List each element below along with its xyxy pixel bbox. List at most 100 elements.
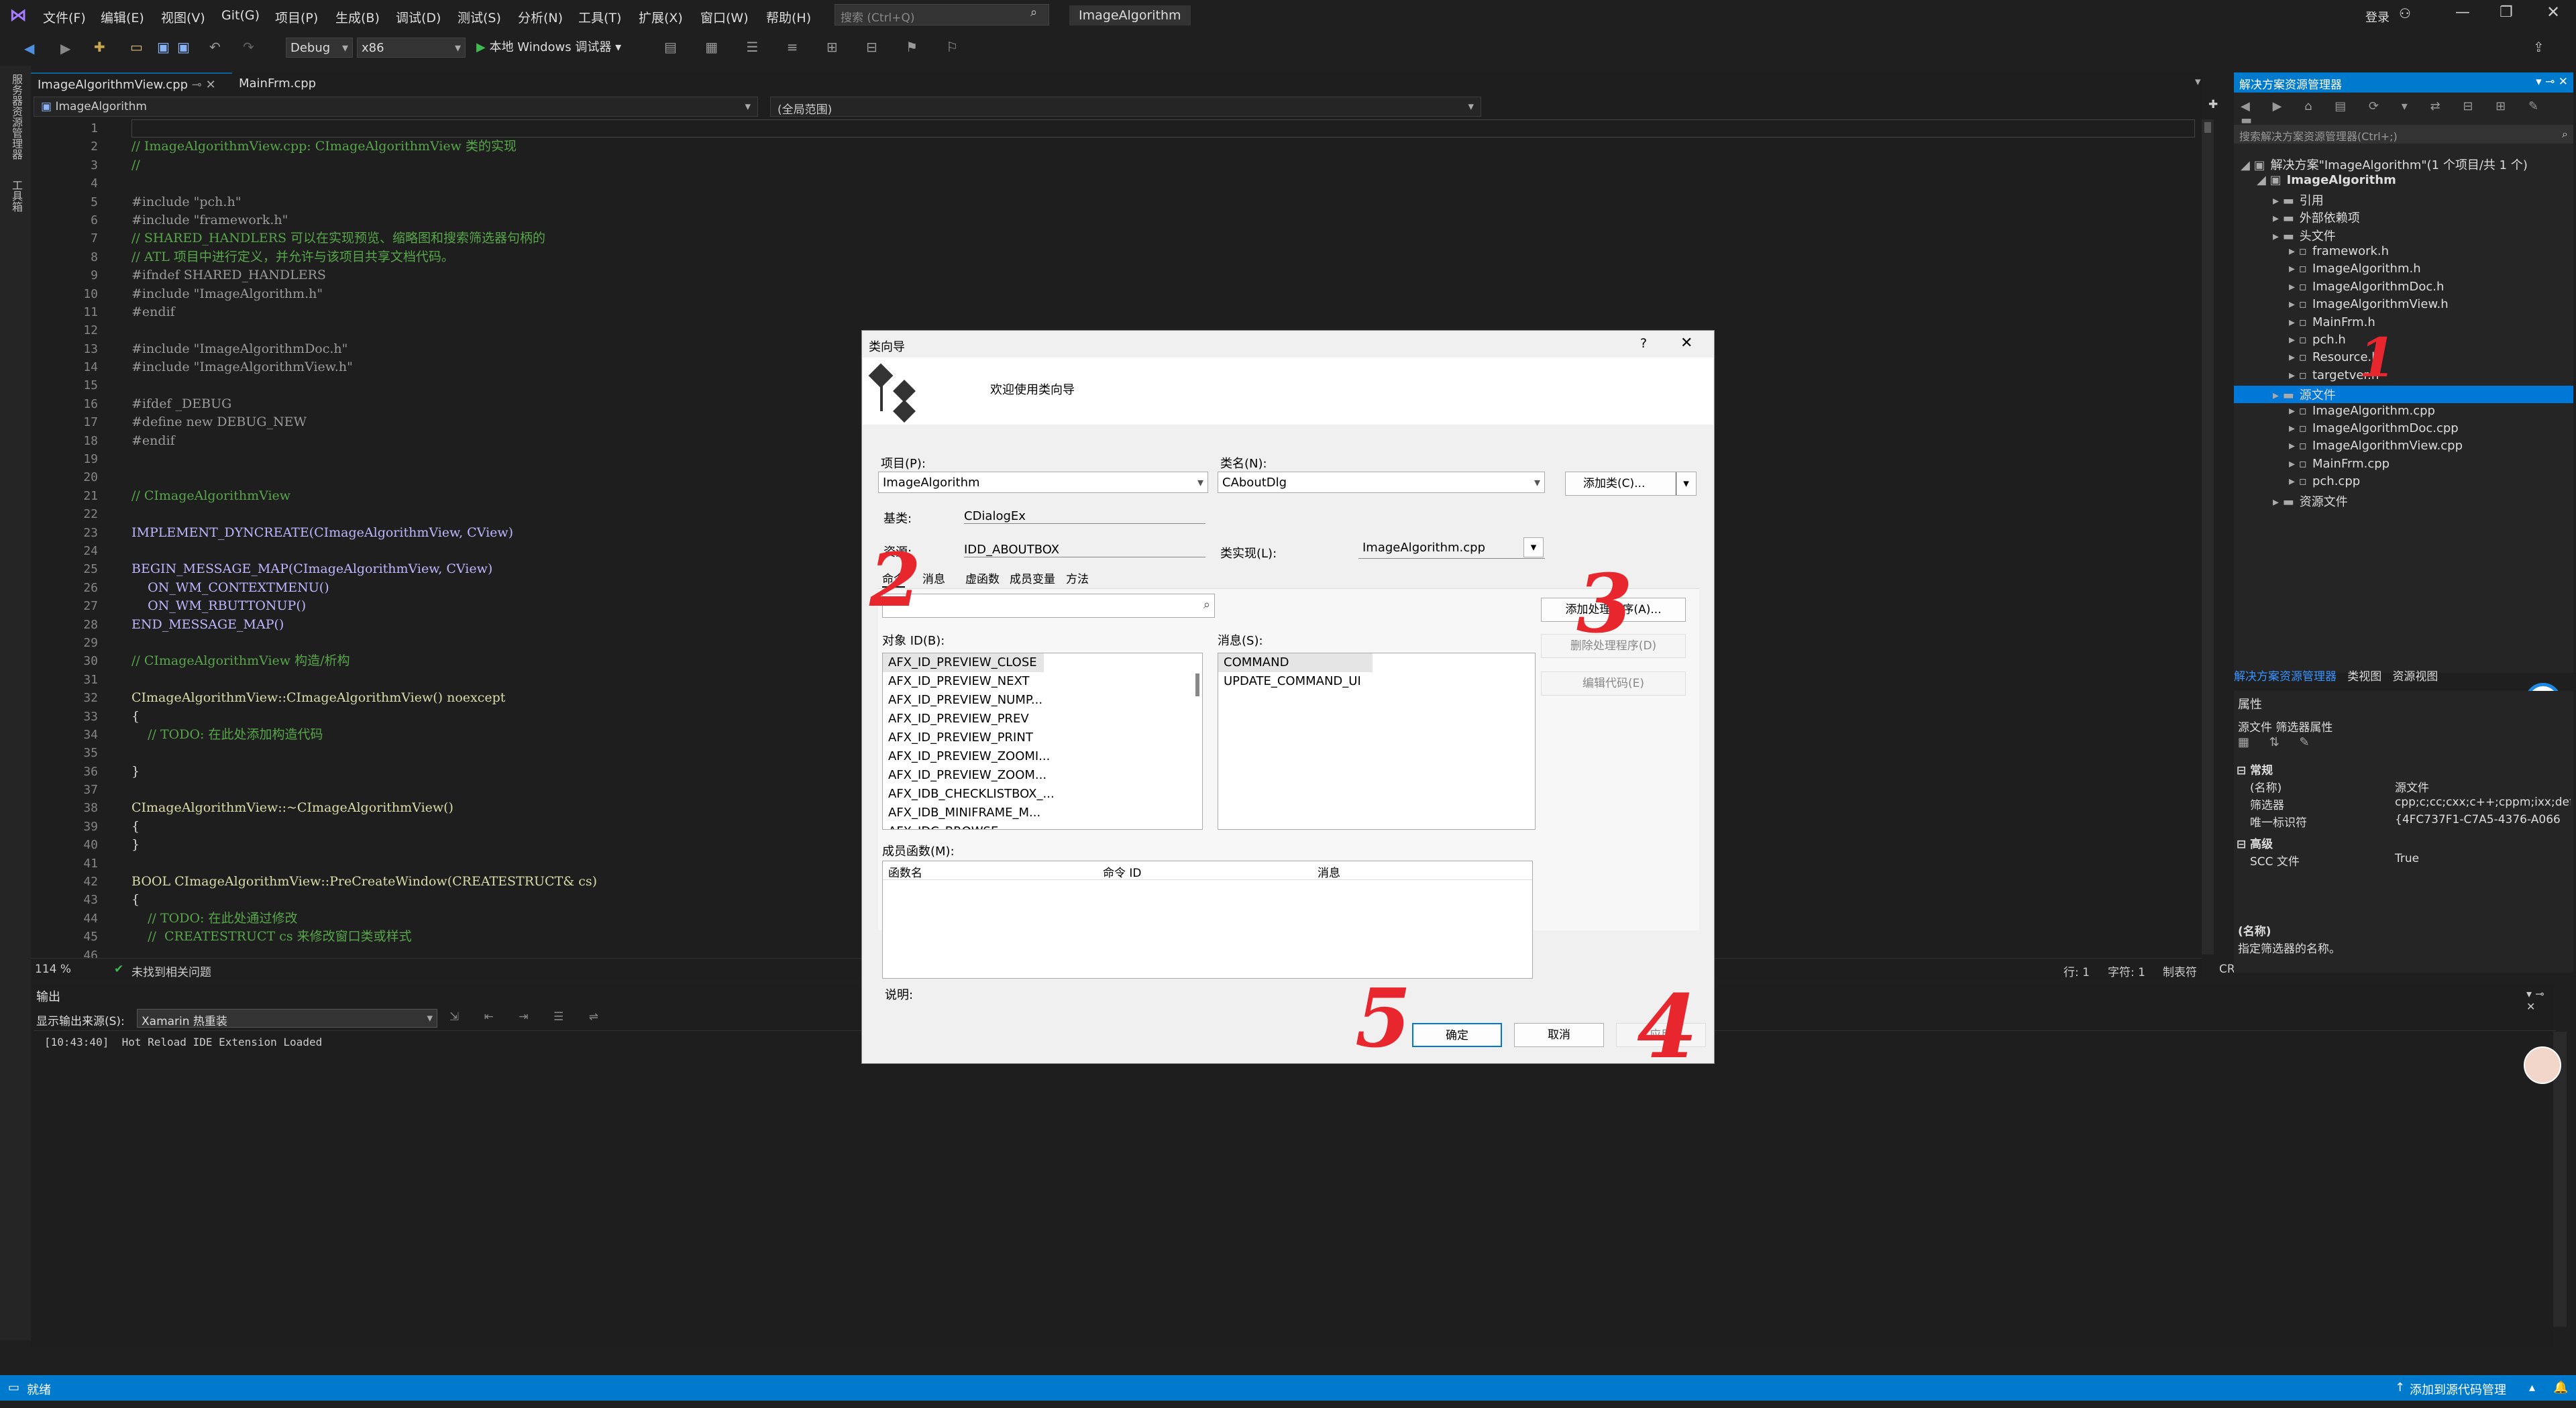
chevron-down-icon[interactable]: ▾ xyxy=(1523,537,1544,557)
search-input[interactable]: 搜索 (Ctrl+Q) xyxy=(835,4,1049,25)
tree-item[interactable]: ▸ ▫ framework.h xyxy=(2289,244,2389,258)
list-item[interactable]: COMMAND xyxy=(1218,653,1373,672)
tree-item[interactable]: ▸ ▫ ImageAlgorithm.cpp xyxy=(2289,404,2435,418)
code-line[interactable]: CImageAlgorithmView::~CImageAlgorithmVie… xyxy=(131,799,597,817)
add-class-button[interactable]: 添加类(C)... ▾ xyxy=(1565,472,1697,496)
impl-select[interactable]: ImageAlgorithm.cpp xyxy=(1358,537,1545,559)
code-line[interactable]: ON_WM_CONTEXTMENU() xyxy=(131,579,597,597)
tab-overflow-icon[interactable]: ▾ xyxy=(2195,75,2201,89)
forward-icon[interactable]: ▶ xyxy=(60,40,70,56)
tree-item[interactable]: ▸ ▫ MainFrm.cpp xyxy=(2289,457,2390,471)
code-line[interactable]: // SHARED_HANDLERS 可以在实现预览、缩略图和搜索筛选器句柄的 xyxy=(131,229,597,248)
menu-item-0[interactable]: 文件(F) xyxy=(43,8,86,26)
code-line[interactable]: #endif xyxy=(131,432,597,450)
column-message[interactable]: 消息 xyxy=(1318,863,1340,880)
expand-arrow-icon[interactable]: ▸ ▬ xyxy=(2273,211,2294,225)
code-line[interactable] xyxy=(131,321,597,339)
code-line[interactable]: #include "ImageAlgorithmDoc.h" xyxy=(131,340,597,358)
expand-arrow-icon[interactable]: ◢ ▣ xyxy=(2241,158,2265,172)
menu-item-12[interactable]: 帮助(H) xyxy=(766,8,811,26)
menu-item-5[interactable]: 生成(B) xyxy=(335,8,380,26)
file-icon[interactable]: ▸ ▫ xyxy=(2289,474,2307,488)
code-line[interactable]: // CREATESTRUCT cs 来修改窗口类或样式 xyxy=(131,928,597,946)
file-icon[interactable]: ▸ ▫ xyxy=(2289,421,2307,435)
list-item[interactable]: AFX_IDB_MINIFRAME_M... xyxy=(883,804,1202,822)
list-item[interactable]: AFX_IDB_CHECKLISTBOX_... xyxy=(883,785,1202,804)
platform-select[interactable]: x86 ▾ xyxy=(357,38,466,58)
code-line[interactable]: #include "pch.h" xyxy=(131,193,597,211)
prop-value[interactable]: cpp;c;cc;cxx;c++;cppm;ixx;def; xyxy=(2395,796,2571,809)
list-item[interactable]: AFX_ID_PREVIEW_CLOSE xyxy=(883,653,1044,672)
prop-value[interactable]: {4FC737F1-C7A5-4376-A066 xyxy=(2395,813,2571,826)
properties-toolbar-icons[interactable]: ▦ ⇅ ✎ xyxy=(2238,735,2318,749)
code-line[interactable]: END_MESSAGE_MAP() xyxy=(131,616,597,634)
column-command-id[interactable]: 命令 ID xyxy=(1103,863,1142,880)
tree-item[interactable]: ▸ ▫ ImageAlgorithmDoc.cpp xyxy=(2289,421,2459,435)
list-item[interactable]: AFX_IDC_BROWSE xyxy=(883,822,1202,829)
list-item[interactable]: UPDATE_COMMAND_UI xyxy=(1218,672,1535,691)
tab-mode[interactable]: 制表符 xyxy=(2163,963,2197,979)
list-item[interactable]: AFX_ID_PREVIEW_PRINT xyxy=(883,728,1202,747)
tree-item[interactable]: ▸ ▫ pch.cpp xyxy=(2289,474,2360,488)
solution-search-input[interactable]: 搜索解决方案资源管理器(Ctrl+;) ⌕ xyxy=(2234,125,2573,144)
tree-item[interactable]: ▸ ▫ ImageAlgorithmView.cpp xyxy=(2289,439,2463,453)
code-line[interactable] xyxy=(131,376,597,394)
column-function-name[interactable]: 函数名 xyxy=(888,863,922,880)
code-line[interactable]: // CImageAlgorithmView 构造/析构 xyxy=(131,652,597,670)
solution-toolbar-icons[interactable]: ◀ ▶ ⌂ ▤ ⟳ ▾ ⇄ ⊟ ⊞ ✎ ▬ xyxy=(2241,99,2573,127)
classname-select[interactable]: CAboutDlg ▾ xyxy=(1218,472,1545,493)
code-line[interactable]: #include "framework.h" xyxy=(131,211,597,229)
panel-controls[interactable]: ▾ ⊸ ✕ xyxy=(2526,987,2553,1013)
code-line[interactable] xyxy=(131,634,597,652)
expand-arrow-icon[interactable]: ▸ ▬ xyxy=(2273,495,2294,509)
tree-item[interactable]: ▸ ▬ 资源文件 xyxy=(2273,492,2348,510)
dialog-tab-2[interactable]: 虚函数 xyxy=(965,570,1000,586)
tree-item[interactable]: ▸ ▫ ImageAlgorithm.h xyxy=(2289,262,2421,276)
server-explorer-tab[interactable]: 服务器资源管理器 xyxy=(8,74,24,160)
list-item[interactable]: AFX_ID_PREVIEW_NEXT xyxy=(883,672,1202,691)
toolbox-tab[interactable]: 工具箱 xyxy=(8,180,24,212)
tab-mainfrm-cpp[interactable]: MainFrm.cpp xyxy=(232,72,333,95)
file-icon[interactable]: ▸ ▫ xyxy=(2289,244,2307,258)
save-icon[interactable]: ▣ xyxy=(157,39,170,55)
menu-item-1[interactable]: 编辑(E) xyxy=(101,8,144,26)
back-icon[interactable]: ◀ xyxy=(24,40,34,56)
code-line[interactable] xyxy=(131,468,597,486)
menu-item-11[interactable]: 窗口(W) xyxy=(700,8,749,26)
expand-arrow-icon[interactable]: ◢ ▣ xyxy=(2257,173,2282,187)
code-line[interactable]: #ifdef _DEBUG xyxy=(131,395,597,413)
menu-item-4[interactable]: 项目(P) xyxy=(275,8,318,26)
tree-item[interactable]: ▸ ▬ 引用 xyxy=(2273,191,2324,209)
menu-item-8[interactable]: 分析(N) xyxy=(518,8,563,26)
project-select[interactable]: ImageAlgorithm ▾ xyxy=(878,472,1208,493)
code-line[interactable]: } xyxy=(131,763,597,781)
add-source-control-button[interactable]: 添加到源代码管理 xyxy=(2410,1380,2506,1398)
user-icon[interactable]: ⚇ xyxy=(2399,5,2411,21)
chevron-up-icon[interactable]: ▴ xyxy=(2529,1380,2535,1395)
dialog-tab-4[interactable]: 方法 xyxy=(1066,570,1089,586)
code-line[interactable]: ON_WM_RBUTTONUP() xyxy=(131,597,597,615)
code-line[interactable]: IMPLEMENT_DYNCREATE(CImageAlgorithmView,… xyxy=(131,524,597,542)
code-line[interactable] xyxy=(131,450,597,468)
code-line[interactable]: // ATL 项目中进行定义，并允许与该项目共享文档代码。 xyxy=(131,248,597,266)
expand-arrow-icon[interactable]: ▸ ▬ xyxy=(2273,229,2294,243)
new-project-icon[interactable]: ✚ xyxy=(94,39,105,55)
prop-value[interactable]: True xyxy=(2395,852,2419,865)
code-line[interactable]: BEGIN_MESSAGE_MAP(CImageAlgorithmView, C… xyxy=(131,560,597,578)
code-line[interactable]: BOOL CImageAlgorithmView::PreCreateWindo… xyxy=(131,873,597,891)
list-item[interactable]: AFX_ID_PREVIEW_ZOOMI... xyxy=(883,747,1202,766)
code-text[interactable]: // ImageAlgorithmView.cpp: CImageAlgorit… xyxy=(131,119,597,965)
share-icon[interactable]: ⇪ xyxy=(2533,39,2544,55)
code-line[interactable] xyxy=(131,542,597,560)
undo-icon[interactable]: ↶ xyxy=(209,39,221,55)
code-line[interactable]: } xyxy=(131,836,597,854)
menu-item-9[interactable]: 工具(T) xyxy=(578,8,621,26)
file-icon[interactable]: ▸ ▫ xyxy=(2289,262,2307,276)
code-line[interactable]: #ifndef SHARED_HANDLERS xyxy=(131,266,597,284)
split-editor-icon[interactable]: ✚ xyxy=(2208,98,2218,111)
code-line[interactable]: { xyxy=(131,818,597,836)
zoom-level[interactable]: 114 % xyxy=(35,963,71,976)
dialog-tab-3[interactable]: 成员变量 xyxy=(1010,570,1055,586)
bell-icon[interactable]: 🔔 xyxy=(2553,1380,2568,1395)
toolbar-icons-group[interactable]: ▤ ▦ ☰ ≡ ⊞ ⊟ ⚑ ⚐ xyxy=(664,39,970,55)
